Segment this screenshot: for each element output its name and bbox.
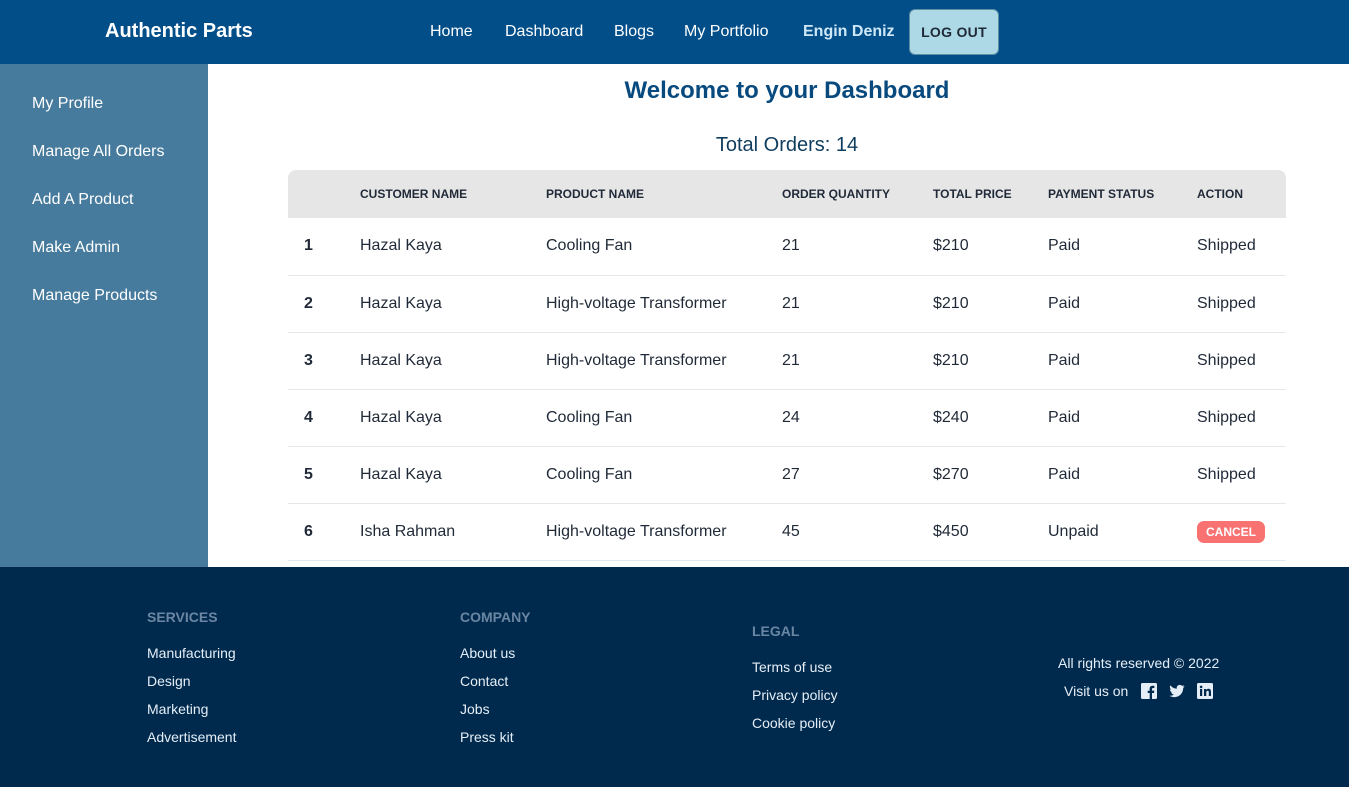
total-price-cell: $270 bbox=[933, 446, 1048, 504]
page-title: Welcome to your Dashboard bbox=[624, 77, 950, 104]
payment-status-cell: Paid bbox=[1048, 218, 1197, 276]
footer-link-about-us[interactable]: About us bbox=[460, 645, 515, 661]
sidebar: My Profile Manage All Orders Add A Produ… bbox=[0, 64, 208, 567]
column-header-order-quantity: Order Quantity bbox=[782, 187, 890, 201]
shipping-status-cell: Shipped bbox=[1197, 332, 1286, 390]
product-name-cell: High-voltage Transformer bbox=[546, 503, 782, 561]
facebook-icon[interactable] bbox=[1141, 683, 1157, 699]
footer-link-contact[interactable]: Contact bbox=[460, 673, 508, 689]
order-quantity-cell: 21 bbox=[782, 275, 933, 333]
total-price-cell: $450 bbox=[933, 503, 1048, 561]
payment-status-cell: Paid bbox=[1048, 389, 1197, 447]
total-price-cell: $210 bbox=[933, 332, 1048, 390]
shipping-status-cell: Shipped bbox=[1197, 218, 1286, 276]
customer-name-cell: Hazal Kaya bbox=[360, 275, 546, 333]
footer-link-privacy-policy[interactable]: Privacy policy bbox=[752, 687, 838, 703]
top-navbar: Authentic Parts Home Dashboard Blogs My … bbox=[0, 0, 1349, 64]
product-name-cell: Cooling Fan bbox=[546, 218, 782, 276]
row-index: 2 bbox=[288, 275, 360, 333]
column-header-customer-name: Customer Name bbox=[360, 187, 468, 201]
table-row: 4 Hazal Kaya Cooling Fan 24 $240 Paid Sh… bbox=[288, 389, 1286, 447]
product-name-cell: High-voltage Transformer bbox=[546, 332, 782, 390]
footer bbox=[0, 567, 1349, 787]
payment-status-cell: Unpaid bbox=[1048, 503, 1197, 561]
footer-company-title: Company bbox=[460, 609, 531, 625]
table-row: 1 Hazal Kaya Cooling Fan 21 $210 Paid Sh… bbox=[288, 218, 1286, 276]
linkedin-icon[interactable] bbox=[1197, 683, 1213, 699]
customer-name-cell: Hazal Kaya bbox=[360, 389, 546, 447]
order-quantity-cell: 27 bbox=[782, 446, 933, 504]
sidebar-item-manage-products[interactable]: Manage Products bbox=[32, 287, 157, 305]
payment-status-cell: Paid bbox=[1048, 275, 1197, 333]
logout-button[interactable]: LOG OUT bbox=[909, 9, 999, 55]
row-index: 1 bbox=[288, 218, 360, 276]
orders-table: Customer Name Product Name Order Quantit… bbox=[288, 170, 1286, 561]
copyright-text: All rights reserved © 2022 bbox=[1058, 655, 1220, 671]
row-index: 3 bbox=[288, 332, 360, 390]
column-header-index bbox=[288, 170, 360, 218]
row-index: 6 bbox=[288, 503, 360, 561]
product-name-cell: Cooling Fan bbox=[546, 446, 782, 504]
footer-link-advertisement[interactable]: Advertisement bbox=[147, 729, 236, 745]
nav-link-home[interactable]: Home bbox=[430, 23, 473, 41]
column-header-product-name: Product Name bbox=[546, 187, 644, 201]
sidebar-item-my-profile[interactable]: My Profile bbox=[32, 95, 103, 113]
sidebar-item-manage-all-orders[interactable]: Manage All Orders bbox=[32, 143, 165, 161]
cancel-order-button[interactable]: cancel bbox=[1197, 520, 1265, 543]
footer-link-cookie-policy[interactable]: Cookie policy bbox=[752, 715, 835, 731]
nav-link-my-portfolio[interactable]: My Portfolio bbox=[684, 23, 768, 41]
footer-services-title: Services bbox=[147, 609, 218, 625]
nav-link-dashboard[interactable]: Dashboard bbox=[505, 23, 583, 41]
total-orders-count: Total Orders: 14 bbox=[715, 134, 859, 156]
payment-status-cell: Paid bbox=[1048, 332, 1197, 390]
product-name-cell: High-voltage Transformer bbox=[546, 275, 782, 333]
column-header-total-price: Total Price bbox=[933, 187, 1012, 201]
footer-link-press-kit[interactable]: Press kit bbox=[460, 729, 514, 745]
brand-logo[interactable]: Authentic Parts bbox=[105, 20, 253, 43]
footer-link-jobs[interactable]: Jobs bbox=[460, 701, 490, 717]
order-quantity-cell: 24 bbox=[782, 389, 933, 447]
twitter-icon[interactable] bbox=[1169, 683, 1185, 699]
total-price-cell: $210 bbox=[933, 275, 1048, 333]
table-row: 3 Hazal Kaya High-voltage Transformer 21… bbox=[288, 332, 1286, 390]
footer-link-terms-of-use[interactable]: Terms of use bbox=[752, 659, 832, 675]
order-quantity-cell: 21 bbox=[782, 332, 933, 390]
shipping-status-cell: Shipped bbox=[1197, 275, 1286, 333]
order-quantity-cell: 21 bbox=[782, 218, 933, 276]
visit-us-label: Visit us on bbox=[1064, 683, 1129, 699]
footer-link-manufacturing[interactable]: Manufacturing bbox=[147, 645, 236, 661]
product-name-cell: Cooling Fan bbox=[546, 389, 782, 447]
row-index: 4 bbox=[288, 389, 360, 447]
table-header-row: Customer Name Product Name Order Quantit… bbox=[288, 170, 1286, 218]
total-price-cell: $240 bbox=[933, 389, 1048, 447]
row-index: 5 bbox=[288, 446, 360, 504]
customer-name-cell: Hazal Kaya bbox=[360, 332, 546, 390]
footer-link-marketing[interactable]: Marketing bbox=[147, 701, 208, 717]
sidebar-item-make-admin[interactable]: Make Admin bbox=[32, 239, 120, 257]
table-row: 5 Hazal Kaya Cooling Fan 27 $270 Paid Sh… bbox=[288, 446, 1286, 504]
table-row: 6 Isha Rahman High-voltage Transformer 4… bbox=[288, 503, 1286, 561]
customer-name-cell: Isha Rahman bbox=[360, 503, 546, 561]
shipping-status-cell: Shipped bbox=[1197, 389, 1286, 447]
table-row: 2 Hazal Kaya High-voltage Transformer 21… bbox=[288, 275, 1286, 333]
action-cell: cancel bbox=[1197, 503, 1286, 561]
total-price-cell: $210 bbox=[933, 218, 1048, 276]
user-name: Engin Deniz bbox=[803, 23, 895, 40]
footer-legal-title: Legal bbox=[752, 623, 800, 639]
payment-status-cell: Paid bbox=[1048, 446, 1197, 504]
customer-name-cell: Hazal Kaya bbox=[360, 218, 546, 276]
column-header-action: Action bbox=[1197, 187, 1243, 201]
nav-link-blogs[interactable]: Blogs bbox=[614, 23, 654, 41]
column-header-payment-status: Payment Status bbox=[1048, 187, 1155, 201]
footer-link-design[interactable]: Design bbox=[147, 673, 191, 689]
shipping-status-cell: Shipped bbox=[1197, 446, 1286, 504]
order-quantity-cell: 45 bbox=[782, 503, 933, 561]
sidebar-item-add-a-product[interactable]: Add A Product bbox=[32, 191, 133, 209]
customer-name-cell: Hazal Kaya bbox=[360, 446, 546, 504]
